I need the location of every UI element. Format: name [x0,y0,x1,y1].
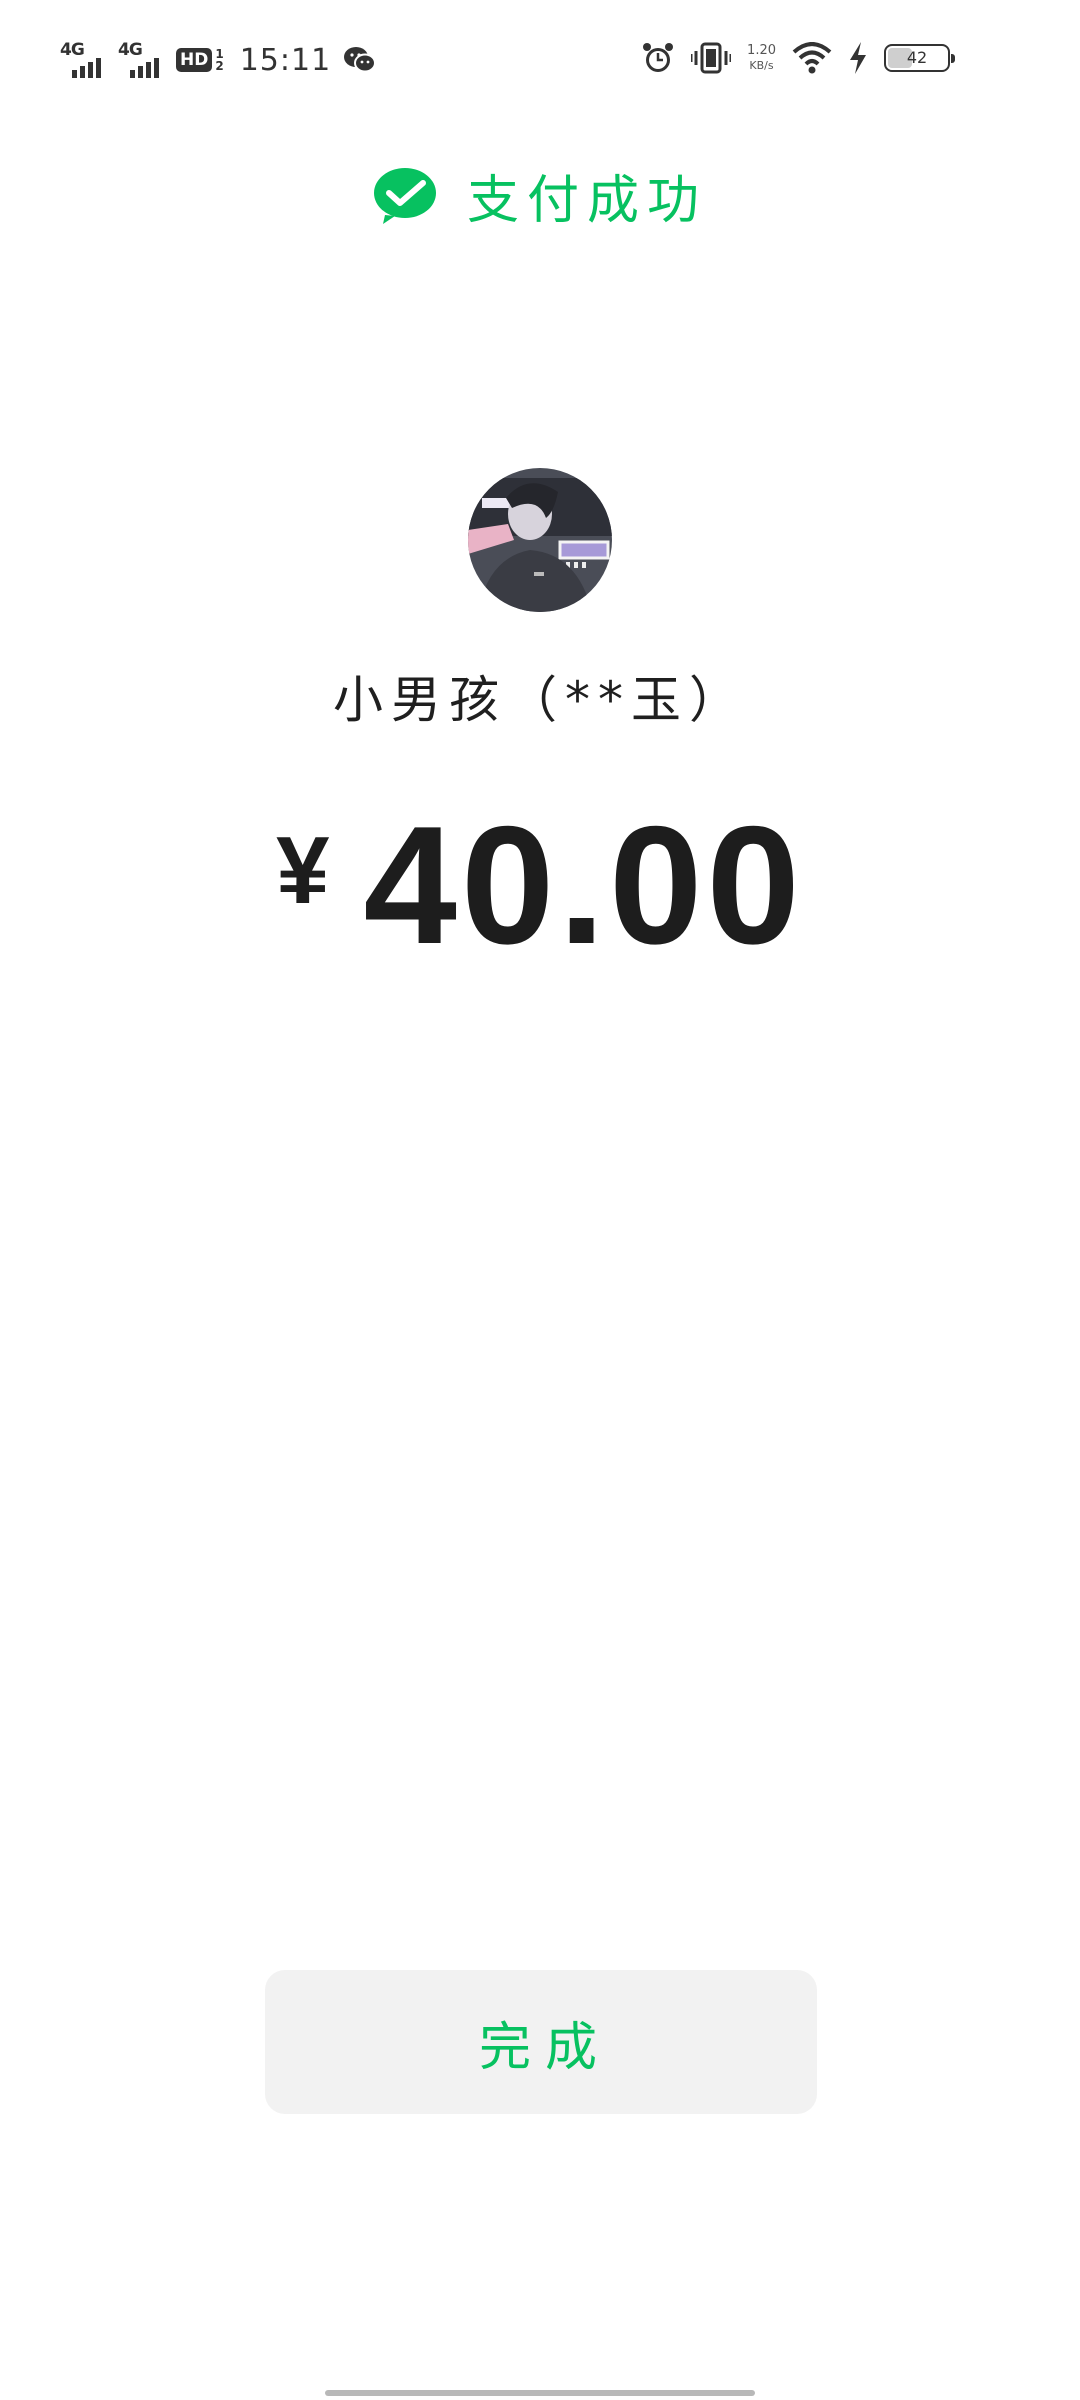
status-bar-left: 4G 4G HD 1 2 15:11 [60,40,377,80]
hd-voice-badge: HD 1 2 [176,48,224,72]
vibrate-icon [691,42,732,74]
avatar-image [468,468,612,612]
amount-value: 40.00 [363,791,804,979]
battery-icon: 42 [884,44,955,72]
payment-amount: ¥ 40.00 [0,800,1080,970]
wifi-icon [792,42,832,74]
wechat-notification-icon [344,47,377,73]
battery-level: 42 [906,48,928,67]
alarm-icon [643,43,674,72]
signal-bars-icon [130,58,159,78]
hd-sub-bottom: 2 [215,59,224,73]
wechat-pay-check-icon [373,167,436,224]
hd-sim-indicator: 1 2 [215,48,223,72]
home-indicator[interactable] [325,2390,755,2396]
done-button[interactable]: 完成 [265,1970,817,2114]
currency-symbol: ¥ [276,817,330,924]
avatar [468,468,612,612]
payment-result-header: 支付成功 [0,158,1080,233]
hd-label: HD [176,48,213,72]
status-bar-right: 1.20 KB/s 42 [641,36,955,80]
network-speed-unit: KB/s [749,59,774,72]
network-speed-value: 1.20 [747,43,776,58]
payee-name: 小男孩（**玉） [333,671,747,729]
payment-success-title: 支付成功 [466,171,707,231]
charging-icon [850,42,866,74]
signal-sim2: 4G [118,40,164,78]
network-speed: 1.20 KB/s [747,43,776,73]
signal-bars-icon [72,58,101,78]
status-bar: 4G 4G HD 1 2 15:11 1.20 KB/s 42 [0,0,1080,120]
signal-sim1: 4G [60,40,106,78]
status-time: 15:11 [239,42,332,78]
